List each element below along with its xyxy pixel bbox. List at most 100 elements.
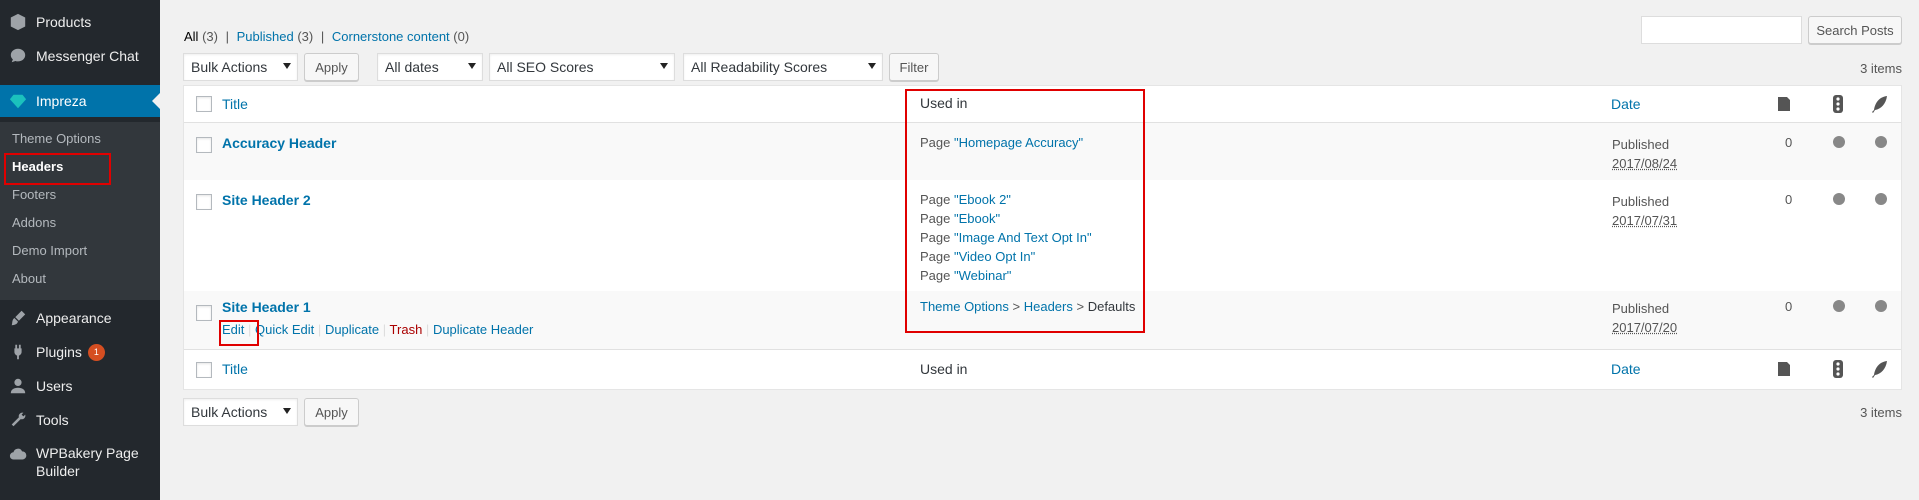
row-checkbox[interactable] <box>196 137 212 153</box>
seo-dot <box>1875 300 1887 312</box>
menu-item-messenger-chat[interactable]: Messenger Chat <box>0 40 160 72</box>
menu-item-wpbakery[interactable]: WPBakery Page Builder <box>0 444 160 484</box>
chevron-down-icon <box>660 63 668 69</box>
seo-dot <box>1875 136 1887 148</box>
chevron-down-icon <box>283 408 291 414</box>
chevron-down-icon <box>868 63 876 69</box>
dates-select[interactable]: All dates <box>377 53 483 81</box>
highlight-box-edit <box>219 320 259 346</box>
post-status: Published <box>1612 301 1670 316</box>
readability-value: All Readability Scores <box>691 59 828 75</box>
menu-item-tools[interactable]: Tools <box>0 404 160 436</box>
trash-link[interactable]: Trash <box>390 322 423 337</box>
filter-all[interactable]: All <box>184 29 198 44</box>
date-cell: Published 2017/07/31 <box>1612 192 1677 230</box>
readability-dot <box>1833 136 1845 148</box>
highlight-box-headers <box>4 153 111 185</box>
seo-score-icon <box>1774 358 1796 380</box>
menu-item-products[interactable]: Products <box>0 6 160 38</box>
seo-score-icon <box>1774 93 1796 115</box>
traffic-light-icon <box>1827 358 1849 380</box>
apply-button[interactable]: Apply <box>304 53 359 81</box>
seo-dot <box>1875 193 1887 205</box>
post-date: 2017/07/20 <box>1612 320 1678 335</box>
items-count-top: 3 items <box>1860 61 1902 76</box>
column-title[interactable]: Title <box>222 96 248 112</box>
box-icon <box>0 13 36 31</box>
impreza-submenu: Theme Options Headers Footers Addons Dem… <box>0 122 160 300</box>
row-title-link[interactable]: Accuracy Header <box>222 135 336 151</box>
readability-dot <box>1833 193 1845 205</box>
seo-scores-select[interactable]: All SEO Scores <box>489 53 675 81</box>
row-title-link[interactable]: Site Header 1 <box>222 299 311 315</box>
menu-label: Users <box>36 378 73 394</box>
submenu-addons[interactable]: Addons <box>12 215 56 230</box>
filter-cornerstone[interactable]: Cornerstone content <box>332 29 450 44</box>
filter-separator: | <box>320 29 325 44</box>
row-title-link[interactable]: Site Header 2 <box>222 192 311 208</box>
submenu-theme-options[interactable]: Theme Options <box>12 131 101 146</box>
seo-score-value: 0 <box>1785 192 1793 207</box>
column-date[interactable]: Date <box>1611 96 1641 112</box>
menu-label: WPBakery Page Builder <box>36 445 139 479</box>
menu-label: Products <box>36 14 92 30</box>
search-posts-button[interactable]: Search Posts <box>1808 16 1902 44</box>
highlight-box-used-in <box>905 89 1145 333</box>
date-cell: Published 2017/07/20 <box>1612 299 1677 337</box>
post-status: Published <box>1612 194 1670 209</box>
menu-label: Impreza <box>36 93 87 109</box>
cloud-icon <box>0 444 36 464</box>
duplicate-link[interactable]: Duplicate <box>325 322 379 337</box>
readability-dot <box>1833 300 1845 312</box>
filter-all-count: (3) <box>202 29 218 44</box>
status-filters: All (3) | Published (3) | Cornerstone co… <box>184 29 469 44</box>
plug-icon <box>0 343 36 361</box>
submenu-footers[interactable]: Footers <box>12 187 56 202</box>
seo-scores-value: All SEO Scores <box>497 59 594 75</box>
action-separator: | <box>425 322 430 337</box>
bulk-actions-select[interactable]: Bulk Actions <box>183 53 298 81</box>
menu-item-plugins[interactable]: Plugins 1 <box>0 336 160 368</box>
seo-score-value: 0 <box>1785 135 1793 150</box>
post-date: 2017/08/24 <box>1612 156 1678 171</box>
bulk-actions-select-bottom[interactable]: Bulk Actions <box>183 398 298 426</box>
action-separator: | <box>317 322 322 337</box>
menu-label: Messenger Chat <box>36 48 139 64</box>
date-cell: Published 2017/08/24 <box>1612 135 1677 173</box>
menu-label: Appearance <box>36 310 112 326</box>
diamond-icon <box>0 92 36 110</box>
feather-icon <box>1869 93 1891 115</box>
traffic-light-icon <box>1827 93 1849 115</box>
seo-score-value: 0 <box>1785 299 1793 314</box>
wrench-icon <box>0 411 36 429</box>
chevron-down-icon <box>468 63 476 69</box>
menu-item-users[interactable]: Users <box>0 370 160 402</box>
filter-cornerstone-count: (0) <box>453 29 470 44</box>
filter-published[interactable]: Published <box>237 29 294 44</box>
filter-published-count: (3) <box>297 29 314 44</box>
column-title[interactable]: Title <box>222 361 248 377</box>
submenu-about[interactable]: About <box>12 271 46 286</box>
items-count-bottom: 3 items <box>1860 405 1902 420</box>
submenu-demo-import[interactable]: Demo Import <box>12 243 87 258</box>
readability-select[interactable]: All Readability Scores <box>683 53 883 81</box>
feather-icon <box>1869 358 1891 380</box>
duplicate-header-link[interactable]: Duplicate Header <box>433 322 533 337</box>
brush-icon <box>0 309 36 327</box>
column-used-in: Used in <box>920 361 968 377</box>
menu-item-appearance[interactable]: Appearance <box>0 302 160 334</box>
select-all-checkbox[interactable] <box>196 96 212 112</box>
select-all-checkbox[interactable] <box>196 362 212 378</box>
apply-button-bottom[interactable]: Apply <box>304 398 359 426</box>
action-separator: | <box>382 322 387 337</box>
row-checkbox[interactable] <box>196 305 212 321</box>
filter-button[interactable]: Filter <box>889 53 939 81</box>
post-status: Published <box>1612 137 1670 152</box>
admin-sidebar: Products Messenger Chat Impreza Theme Op… <box>0 0 160 500</box>
bulk-actions-value: Bulk Actions <box>191 404 268 420</box>
search-input[interactable] <box>1641 16 1802 44</box>
quick-edit-link[interactable]: Quick Edit <box>255 322 314 337</box>
row-checkbox[interactable] <box>196 194 212 210</box>
column-date[interactable]: Date <box>1611 361 1641 377</box>
menu-item-impreza[interactable]: Impreza <box>0 85 160 117</box>
